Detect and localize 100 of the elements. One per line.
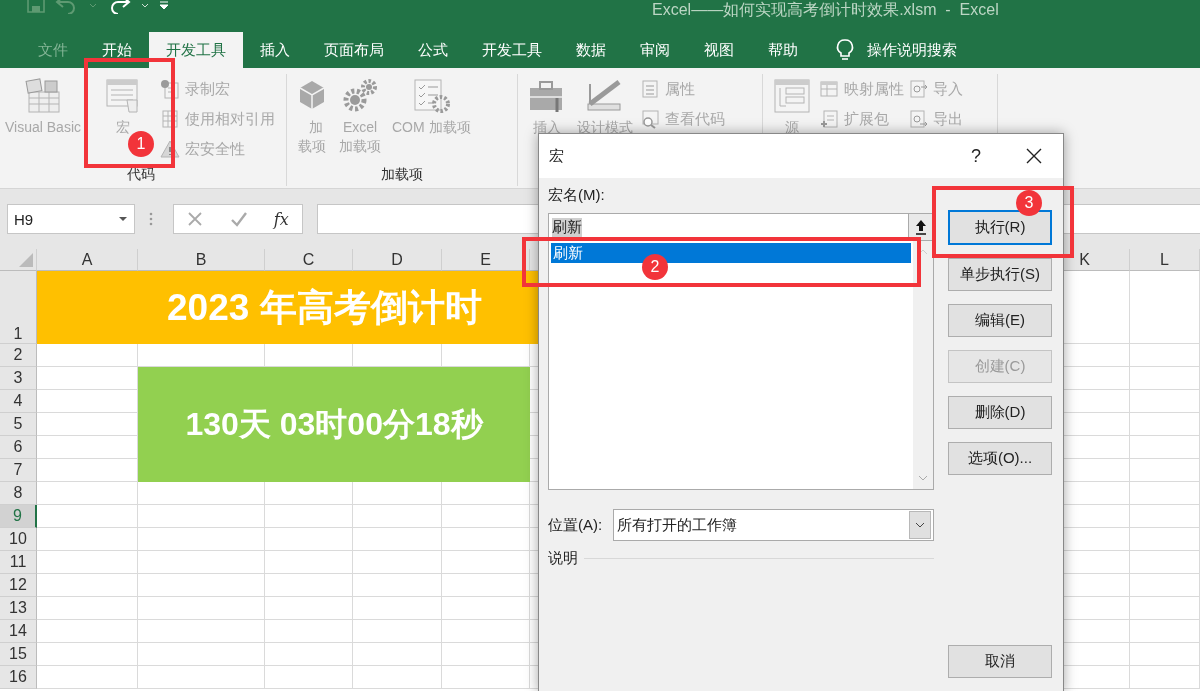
name-box[interactable]: H9 [7, 204, 135, 234]
ribbon-tab[interactable]: 开发工具 [465, 32, 559, 68]
grid-cell[interactable] [442, 574, 530, 597]
grid-cell[interactable] [1130, 390, 1200, 413]
row-header[interactable]: 14 [0, 620, 37, 643]
grid-cell[interactable] [442, 528, 530, 551]
grid-cell[interactable] [442, 505, 530, 528]
ribbon-tab[interactable]: 审阅 [623, 32, 687, 68]
grid-cell[interactable] [265, 551, 353, 574]
grid-cell[interactable] [1130, 436, 1200, 459]
grid-cell[interactable] [442, 666, 530, 689]
column-header[interactable]: D [353, 249, 442, 271]
grid-cell[interactable] [353, 528, 442, 551]
row-header[interactable]: 10 [0, 528, 37, 551]
grid-cell[interactable] [138, 505, 265, 528]
grid-cell[interactable] [1130, 666, 1200, 689]
grid-cell[interactable] [37, 643, 138, 666]
grid-cell[interactable] [1130, 620, 1200, 643]
grid-cell[interactable] [265, 597, 353, 620]
column-header[interactable]: L [1130, 249, 1200, 271]
grid-cell[interactable] [1130, 413, 1200, 436]
ribbon-tab[interactable]: 帮助 [751, 32, 815, 68]
row-header[interactable]: 2 [0, 344, 37, 367]
column-header[interactable]: A [37, 249, 138, 271]
ribbon-tab[interactable]: 页面布局 [307, 32, 401, 68]
ribbon-tab[interactable]: 视图 [687, 32, 751, 68]
grid-cell[interactable] [1130, 574, 1200, 597]
select-all-button[interactable] [0, 249, 37, 271]
grid-cell[interactable] [265, 666, 353, 689]
search-link[interactable]: 操作说明搜索 [867, 40, 957, 60]
grid-cell[interactable] [37, 620, 138, 643]
grid-cell[interactable] [442, 551, 530, 574]
row-header[interactable]: 3 [0, 367, 37, 390]
grid-cell[interactable] [1130, 271, 1200, 344]
help-button[interactable]: ? [971, 145, 981, 167]
grid-cell[interactable] [265, 643, 353, 666]
row-header[interactable]: 9 [0, 505, 37, 528]
grid-cell[interactable] [442, 620, 530, 643]
grid-cell[interactable] [1130, 528, 1200, 551]
grid-cell[interactable] [1130, 344, 1200, 367]
grid-cell[interactable] [138, 620, 265, 643]
grid-cell[interactable] [138, 597, 265, 620]
insert-function-button[interactable]: fx [273, 209, 289, 229]
grid-cell[interactable] [353, 551, 442, 574]
check-icon[interactable] [229, 211, 248, 227]
cancel-button[interactable]: 取消 [948, 645, 1052, 678]
row-header[interactable]: 5 [0, 413, 37, 436]
dialog-button[interactable]: 删除(D) [948, 396, 1052, 429]
row-header[interactable]: 6 [0, 436, 37, 459]
grid-cell[interactable] [37, 574, 138, 597]
grid-cell[interactable] [353, 574, 442, 597]
grid-cell[interactable] [37, 528, 138, 551]
row-header[interactable]: 16 [0, 666, 37, 689]
dialog-button[interactable]: 选项(O)... [948, 442, 1052, 475]
scrollbar[interactable] [913, 241, 933, 489]
column-header[interactable]: E [442, 249, 530, 271]
grid-cell[interactable] [353, 597, 442, 620]
grid-cell[interactable] [1130, 551, 1200, 574]
grid-cell[interactable] [265, 620, 353, 643]
grid-cell[interactable] [353, 505, 442, 528]
location-dropdown[interactable]: 所有打开的工作簿 [613, 509, 934, 541]
cancel-icon[interactable] [187, 211, 204, 227]
row-header[interactable]: 1 [0, 271, 37, 344]
row-header[interactable]: 7 [0, 459, 37, 482]
grid-cell[interactable] [353, 666, 442, 689]
save-icon[interactable] [26, 0, 46, 14]
ribbon-tab[interactable]: 插入 [243, 32, 307, 68]
grid-cell[interactable] [138, 528, 265, 551]
grid-cell[interactable] [1130, 643, 1200, 666]
row-header[interactable]: 8 [0, 482, 37, 505]
grid-cell[interactable] [1130, 597, 1200, 620]
grid-cell[interactable] [442, 643, 530, 666]
grid-cell[interactable] [265, 505, 353, 528]
grid-cell[interactable] [37, 597, 138, 620]
grid-cell[interactable] [37, 505, 138, 528]
dialog-button[interactable]: 执行(R) [948, 210, 1052, 245]
dialog-button[interactable]: 编辑(E) [948, 304, 1052, 337]
grid-cell[interactable] [265, 574, 353, 597]
grid-cell[interactable] [1130, 459, 1200, 482]
ribbon-tab[interactable]: 开始 [85, 32, 149, 68]
row-header[interactable]: 12 [0, 574, 37, 597]
grid-cell[interactable] [1130, 505, 1200, 528]
ribbon-tab[interactable]: 开发工具 [149, 32, 243, 68]
row-header[interactable]: 13 [0, 597, 37, 620]
column-header[interactable]: B [138, 249, 265, 271]
grid-cell[interactable] [353, 620, 442, 643]
ribbon-tab[interactable]: 数据 [559, 32, 623, 68]
dropdown-arrow-icon[interactable] [118, 216, 128, 222]
grid-cell[interactable] [138, 574, 265, 597]
close-icon[interactable] [1025, 147, 1043, 165]
grid-cell[interactable] [37, 551, 138, 574]
ribbon-tab[interactable]: 公式 [401, 32, 465, 68]
grid-cell[interactable] [138, 643, 265, 666]
grid-cell[interactable] [37, 666, 138, 689]
row-header[interactable]: 4 [0, 390, 37, 413]
grid-cell[interactable] [353, 643, 442, 666]
grid-cell[interactable] [1130, 367, 1200, 390]
grid-cell[interactable] [265, 528, 353, 551]
grid-cell[interactable] [37, 482, 138, 505]
row-header[interactable]: 11 [0, 551, 37, 574]
